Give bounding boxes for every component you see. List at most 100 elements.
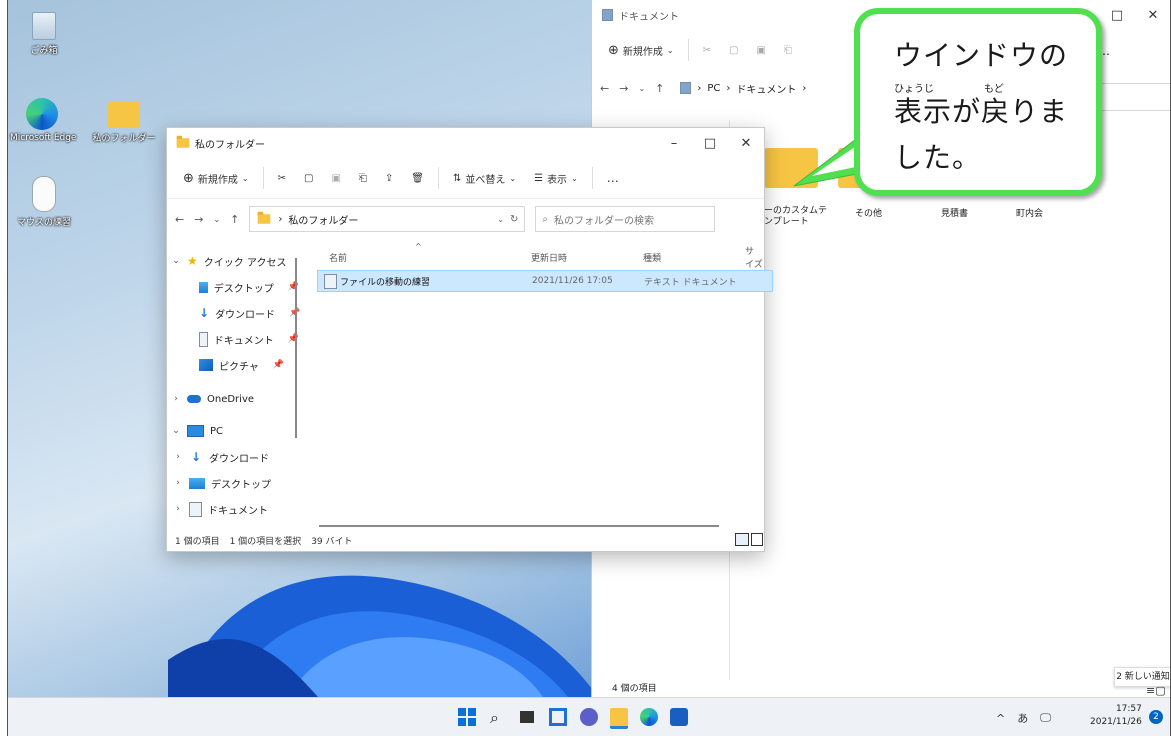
widgets-icon[interactable] — [549, 708, 567, 726]
nav-pc-documents[interactable]: › ドキュメント — [171, 496, 299, 522]
paste-button[interactable]: ▣ — [323, 169, 348, 188]
folder-label-templates[interactable]: ーのカスタムテンプレート — [764, 206, 834, 228]
separator — [687, 39, 689, 61]
minimize-button[interactable]: – — [656, 136, 692, 151]
folder-label-other[interactable]: その他 — [855, 206, 882, 219]
view-toggle-icon[interactable]: ≡▢ — [1146, 684, 1166, 697]
my-folder-address-bar[interactable]: › 私のフォルダー ⌄ ↻ — [249, 206, 526, 232]
column-header-size[interactable]: サイズ — [745, 244, 763, 270]
ime-indicator[interactable]: あ — [1017, 710, 1028, 726]
recycle-bin-icon — [32, 12, 56, 40]
download-icon: ↓ — [199, 306, 210, 320]
nav-pc-desktop[interactable]: › デスクトップ — [171, 470, 299, 496]
new-button[interactable]: ⊕ 新規作成 ⌄ — [600, 39, 682, 62]
desktop-icon-my-folder[interactable]: 私のフォルダー — [92, 98, 156, 144]
nav-pc-downloads[interactable]: › ↓ ダウンロード — [171, 444, 299, 470]
forward-arrow-icon[interactable]: → — [194, 213, 203, 226]
details-view-icon[interactable] — [735, 533, 749, 546]
chevron-down-icon[interactable]: ⌄ — [497, 215, 504, 224]
up-arrow-icon[interactable]: ↑ — [230, 213, 239, 226]
search-icon[interactable]: ⌕ — [490, 708, 508, 727]
pin-icon: 📌 — [287, 334, 299, 344]
view-button[interactable]: ☰ 表示 ⌄ — [526, 167, 586, 190]
documents-search-box[interactable] — [1092, 83, 1170, 111]
nav-scrollbar[interactable] — [295, 258, 297, 438]
nav-pc[interactable]: ⌄ PC — [171, 418, 299, 444]
forward-arrow-icon[interactable]: → — [619, 82, 628, 95]
desktop-icon-edge[interactable]: Microsoft Edge — [10, 98, 76, 143]
refresh-icon[interactable]: ↻ — [510, 214, 518, 225]
rename-button[interactable]: ⎗ — [351, 169, 375, 188]
copy-button[interactable]: ▢ — [721, 41, 746, 60]
share-button[interactable]: ⇪ — [377, 169, 401, 188]
nav-desktop[interactable]: デスクトップ 📌 — [171, 274, 299, 300]
star-icon: ★ — [187, 254, 198, 268]
copy-button[interactable]: ▢ — [296, 169, 321, 188]
rename-button[interactable]: ⎗ — [776, 41, 800, 60]
status-count: 1 個の項目 — [175, 537, 220, 547]
column-header-name[interactable]: 名前 — [329, 251, 347, 264]
clock[interactable]: 17:57 2021/11/26 — [1090, 703, 1142, 729]
breadcrumb-sep-icon: › — [697, 82, 702, 94]
store-icon[interactable] — [670, 708, 688, 726]
column-header-modified[interactable]: 更新日時 — [531, 251, 567, 264]
my-folder-status-bar: 1 個の項目 1 個の項目を選択 39 バイト — [175, 534, 353, 547]
more-button[interactable]: … — [599, 167, 627, 189]
callout-line-1: ウインドウの — [894, 39, 1069, 72]
task-view-icon[interactable] — [520, 711, 534, 723]
chevron-down-icon: ⌄ — [241, 173, 249, 183]
breadcrumb-my-folder[interactable]: 私のフォルダー — [288, 212, 358, 227]
my-folder-search-box[interactable]: ⌕ 私のフォルダーの検索 — [535, 206, 716, 232]
start-icon[interactable] — [458, 708, 476, 726]
documents-address-bar[interactable]: › PC › ドキュメント › — [674, 76, 812, 100]
file-modified: 2021/11/26 17:05 — [532, 276, 613, 286]
close-button[interactable]: ✕ — [1135, 8, 1170, 23]
desktop-icon-mouse-practice[interactable]: マウスの練習 — [12, 176, 76, 228]
close-button[interactable]: ✕ — [728, 136, 764, 151]
file-name: ファイルの移動の練習 — [340, 277, 431, 288]
column-header-type[interactable]: 種類 — [643, 251, 661, 264]
documents-title: ドキュメント — [619, 11, 679, 23]
maximize-button[interactable]: □ — [1099, 8, 1135, 23]
paste-button[interactable]: ▣ — [748, 41, 773, 60]
file-type: テキスト ドキュメント — [644, 277, 737, 288]
folder-label-estimate[interactable]: 見積書 — [941, 206, 968, 219]
horizontal-scrollbar[interactable] — [319, 525, 719, 527]
rename-icon: ⎗ — [783, 44, 792, 56]
chevron-down-icon[interactable]: ⌄ — [638, 84, 645, 93]
back-arrow-icon[interactable]: ← — [600, 82, 609, 95]
chevron-down-icon: ⌄ — [172, 426, 180, 436]
tiles-view-icon[interactable] — [751, 533, 763, 546]
folder-label-community[interactable]: 町内会 — [1016, 206, 1043, 219]
nav-downloads[interactable]: ↓ ダウンロード 📌 — [171, 300, 300, 326]
table-row[interactable]: ファイルの移動の練習 2021/11/26 17:05 テキスト ドキュメント — [317, 270, 773, 292]
nav-documents[interactable]: ドキュメント 📌 — [171, 326, 299, 352]
back-arrow-icon[interactable]: ← — [175, 213, 184, 226]
network-icon[interactable]: 🖵 — [1040, 711, 1051, 725]
cut-button[interactable]: ✂ — [270, 169, 294, 188]
desktop-icon-label: 私のフォルダー — [92, 134, 156, 144]
chevron-down-icon: ⌄ — [509, 173, 517, 183]
nav-pictures[interactable]: ピクチャ 📌 — [171, 352, 299, 378]
nav-quick-access[interactable]: ⌄ ★ クイック アクセス — [171, 248, 299, 274]
document-icon — [189, 501, 202, 517]
clock-date: 2021/11/26 — [1090, 717, 1142, 727]
chevron-down-icon[interactable]: ⌄ — [213, 215, 220, 224]
cut-button[interactable]: ✂ — [695, 41, 719, 60]
nav-label: ダウンロード — [209, 453, 269, 465]
notification-count-badge[interactable]: 2 — [1149, 710, 1163, 724]
breadcrumb-pc[interactable]: PC — [707, 83, 720, 94]
copy-icon: ▢ — [729, 44, 739, 56]
maximize-button[interactable]: □ — [692, 136, 728, 151]
chat-icon[interactable] — [580, 708, 598, 726]
tray-chevron-icon[interactable]: ^ — [996, 712, 1005, 725]
sort-button[interactable]: ⇅ 並べ替え ⌄ — [445, 167, 524, 190]
breadcrumb-documents[interactable]: ドキュメント — [736, 81, 796, 96]
desktop-icon-recycle-bin[interactable]: ごみ箱 — [12, 12, 76, 56]
nav-onedrive[interactable]: › OneDrive — [171, 386, 299, 412]
up-arrow-icon[interactable]: ↑ — [655, 82, 664, 95]
new-button[interactable]: ⊕ 新規作成 ⌄ — [175, 167, 257, 190]
file-explorer-icon[interactable] — [610, 708, 628, 729]
delete-button[interactable]: 🗑 — [403, 169, 432, 188]
edge-icon[interactable] — [640, 708, 658, 726]
